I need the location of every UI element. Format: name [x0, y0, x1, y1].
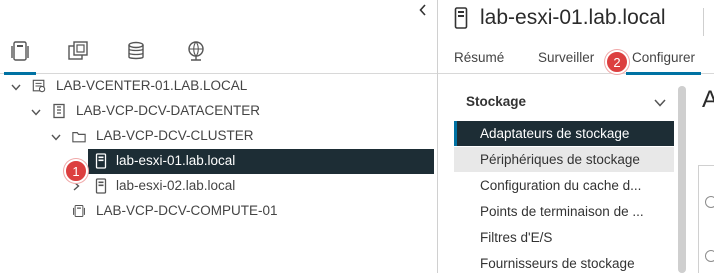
host-icon [94, 178, 108, 194]
nav-scrollbar[interactable] [678, 86, 686, 273]
folder-icon [72, 129, 86, 145]
nav-item-storage-adapters[interactable]: Adaptateurs de stockage [454, 121, 674, 146]
tree-item-label: LAB-VCP-DCV-CLUSTER [96, 128, 254, 143]
object-pane: lab-esxi-01.lab.local Résumé Surveiller … [438, 0, 714, 273]
inventory-view-tabs [0, 40, 438, 75]
step-badge-1: 1 [64, 159, 88, 183]
content-table [698, 165, 714, 273]
nav-item-io-filters[interactable]: Filtres d'E/S [454, 225, 674, 250]
networking-icon [188, 41, 204, 61]
tab-storage[interactable] [124, 40, 148, 72]
host-icon [454, 7, 468, 29]
object-header: lab-esxi-01.lab.local [454, 6, 666, 30]
nav-item-storage-devices[interactable]: Périphériques de stockage [454, 147, 674, 172]
tree-item-datacenter[interactable]: LAB-VCP-DCV-DATACENTER [0, 99, 438, 124]
row-radio[interactable] [705, 250, 714, 262]
object-tabs: Résumé Surveiller Configurer [438, 44, 714, 75]
tree-item-label: lab-esxi-01.lab.local [116, 153, 236, 168]
vcenter-icon [32, 78, 46, 94]
tree-item-label: LAB-VCP-DCV-COMPUTE-01 [96, 203, 278, 218]
compute-cluster-icon [72, 203, 86, 219]
tree-item-label: LAB-VCENTER-01.LAB.LOCAL [56, 78, 248, 93]
chevron-down-icon[interactable] [50, 131, 62, 143]
nav-item-storage-providers[interactable]: Fournisseurs de stockage [454, 251, 674, 273]
datacenter-icon [52, 103, 66, 119]
nav-section-label: Stockage [466, 94, 527, 109]
hosts-clusters-icon [11, 41, 29, 61]
tab-configurer[interactable]: Configurer [625, 50, 702, 75]
tree-item-compute-cluster[interactable]: LAB-VCP-DCV-COMPUTE-01 [0, 199, 438, 224]
chevron-down-icon[interactable] [30, 106, 42, 118]
tree-item-label: LAB-VCP-DCV-DATACENTER [76, 103, 261, 118]
chevron-down-icon[interactable] [654, 94, 666, 112]
tab-vms-templates[interactable] [66, 40, 90, 72]
configure-nav: Stockage Adaptateurs de stockage Périphé… [454, 84, 678, 273]
nav-item-endpoints[interactable]: Points de terminaison de ... [454, 199, 674, 224]
tree-item-cluster[interactable]: LAB-VCP-DCV-CLUSTER [0, 124, 438, 149]
step-badge-2: 2 [605, 50, 629, 74]
vms-templates-icon [68, 41, 88, 60]
tab-networking[interactable] [184, 40, 208, 72]
inventory-pane: LAB-VCENTER-01.LAB.LOCAL LAB-VCP-DCV-DAT… [0, 0, 438, 273]
tab-resume[interactable]: Résumé [454, 50, 504, 65]
collapse-pane-button[interactable] [412, 0, 434, 20]
host-icon [94, 153, 108, 169]
tree-item-host-selected[interactable]: lab-esxi-01.lab.local [88, 149, 434, 174]
title-separator [703, 8, 704, 36]
nav-section-stockage[interactable]: Stockage [454, 88, 678, 116]
storage-icon [128, 41, 144, 60]
content-heading: A [702, 86, 714, 113]
tab-hosts-clusters[interactable] [4, 40, 36, 75]
page-title: lab-esxi-01.lab.local [480, 6, 666, 29]
chevron-down-icon[interactable] [10, 81, 22, 93]
nav-scrollbar-thumb[interactable] [678, 86, 686, 273]
tree-item-label: lab-esxi-02.lab.local [116, 178, 236, 193]
chevron-left-icon [419, 4, 426, 16]
tree-item-vcenter[interactable]: LAB-VCENTER-01.LAB.LOCAL [0, 74, 438, 99]
tab-surveiller[interactable]: Surveiller [538, 50, 594, 65]
nav-item-cache-config[interactable]: Configuration du cache d... [454, 173, 674, 198]
row-radio[interactable] [705, 196, 714, 208]
